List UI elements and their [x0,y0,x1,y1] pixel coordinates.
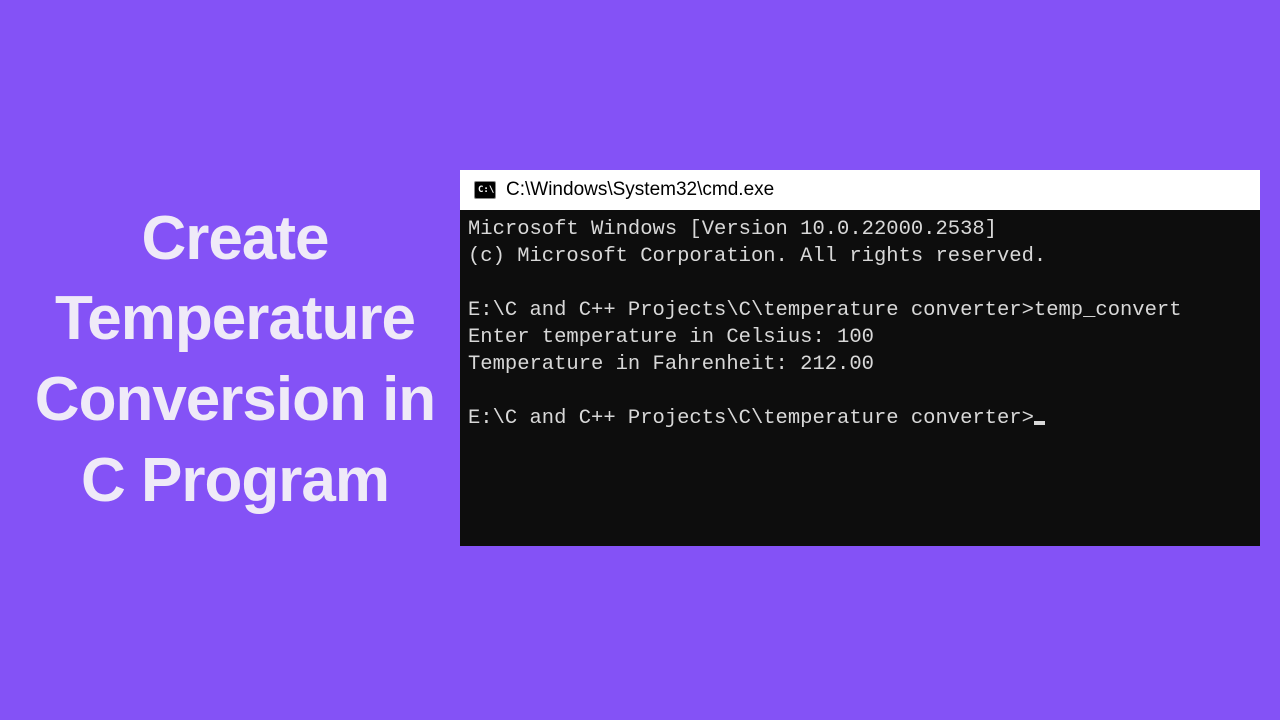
main-heading: Create Temperature Conversion in C Progr… [25,199,445,521]
terminal-prompt: E:\C and C++ Projects\C\temperature conv… [468,407,1034,430]
terminal-line: Temperature in Fahrenheit: 212.00 [468,353,874,376]
window-title-bar[interactable]: C:\. C:\Windows\System32\cmd.exe [460,170,1260,210]
terminal-line: Enter temperature in Celsius: 100 [468,326,874,349]
terminal-output[interactable]: Microsoft Windows [Version 10.0.22000.25… [460,210,1260,546]
window-title-text: C:\Windows\System32\cmd.exe [506,179,774,201]
cmd-icon: C:\. [474,181,496,199]
cmd-window: C:\. C:\Windows\System32\cmd.exe Microso… [460,170,1260,546]
terminal-line: Microsoft Windows [Version 10.0.22000.25… [468,218,997,241]
left-panel: Create Temperature Conversion in C Progr… [0,199,460,521]
terminal-line: E:\C and C++ Projects\C\temperature conv… [468,299,1182,322]
cursor [1034,421,1045,425]
terminal-line: (c) Microsoft Corporation. All rights re… [468,245,1046,268]
